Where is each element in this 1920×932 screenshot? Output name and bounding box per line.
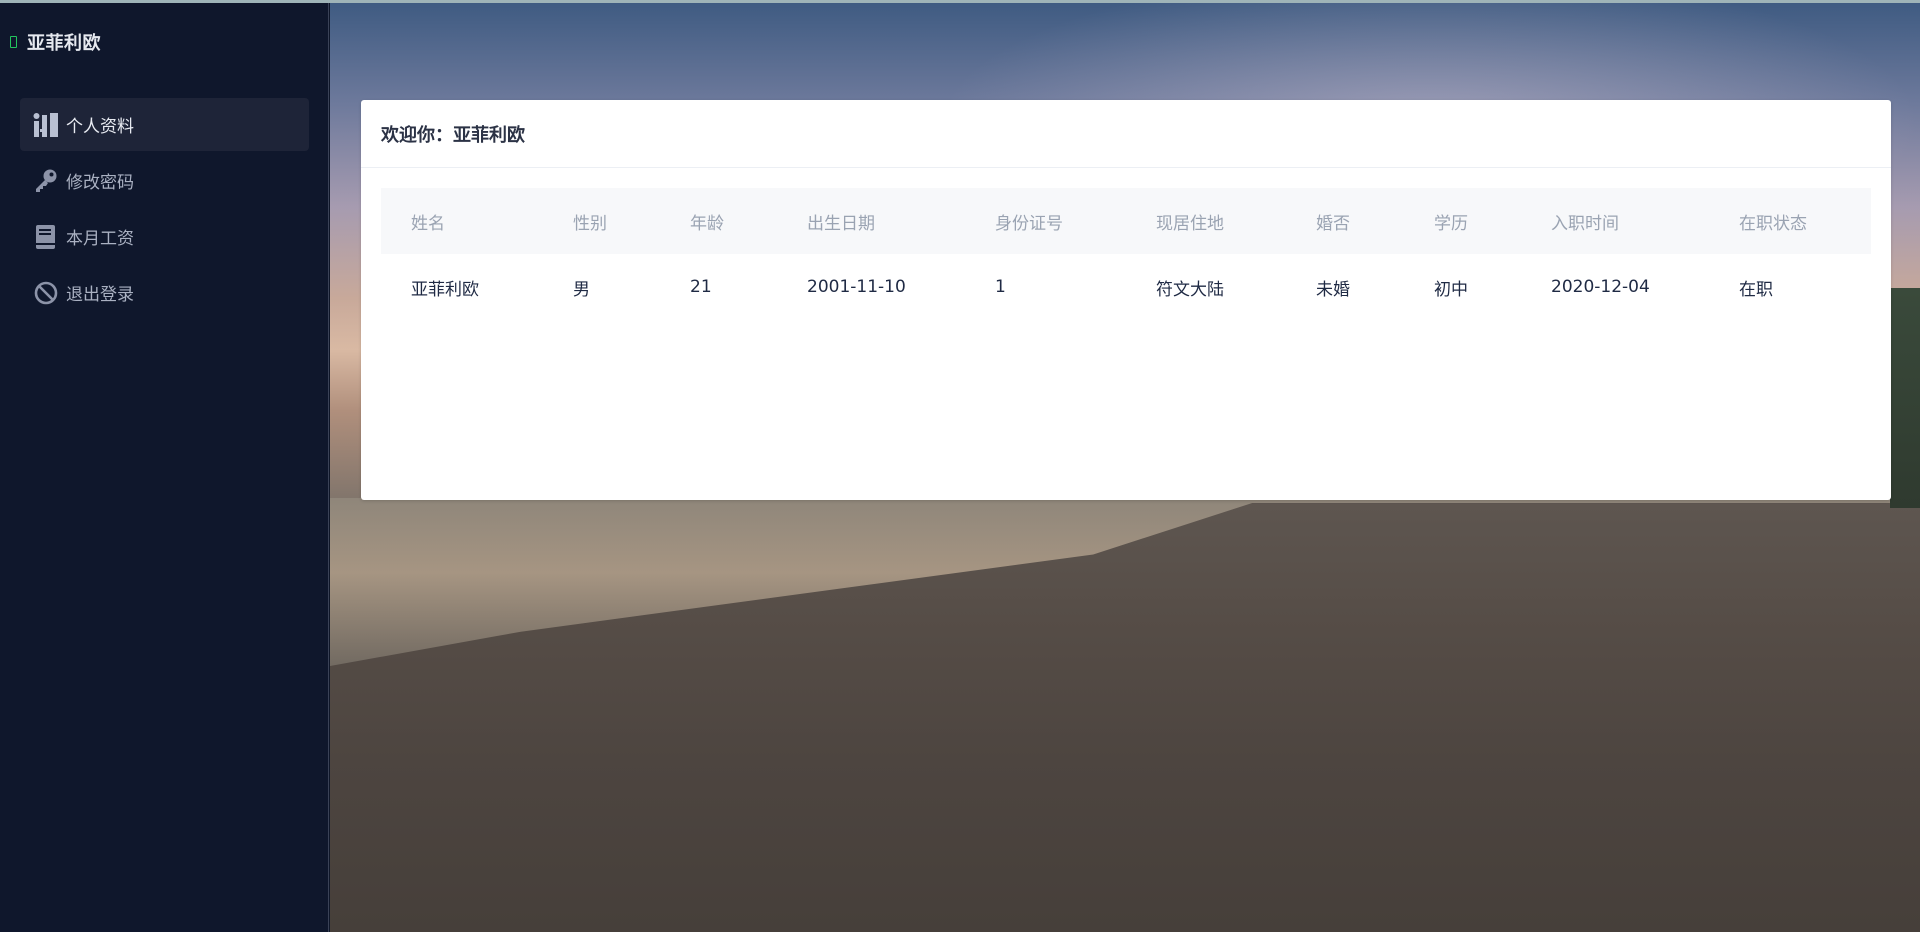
cell-education: 初中 bbox=[1434, 279, 1468, 300]
table-row: 亚菲利欧 男 21 2001-11-10 1 符文大陆 未婚 初中 2020-1… bbox=[381, 254, 1871, 320]
main-content: 欢迎你：亚菲利欧 姓名 性别 年龄 出生日期 身份证号 现居住地 婚否 学历 入… bbox=[330, 3, 1920, 932]
cell-residence: 符文大陆 bbox=[1156, 279, 1224, 300]
brand-logo-icon bbox=[10, 36, 17, 48]
cell-employment-status: 在职 bbox=[1739, 279, 1773, 300]
column-header-gender: 性别 bbox=[573, 213, 607, 234]
brand-name: 亚菲利欧 bbox=[27, 33, 101, 54]
profile-table-wrapper: 姓名 性别 年龄 出生日期 身份证号 现居住地 婚否 学历 入职时间 在职状态 bbox=[361, 168, 1891, 320]
cell-id-number: 1 bbox=[995, 277, 1006, 297]
sidebar-item-label: 个人资料 bbox=[66, 117, 134, 137]
sidebar-item-profile[interactable]: 个人资料 bbox=[20, 98, 309, 151]
column-header-residence: 现居住地 bbox=[1156, 213, 1224, 234]
column-header-id-number: 身份证号 bbox=[995, 213, 1063, 234]
cell-birth-date: 2001-11-10 bbox=[807, 277, 906, 297]
sidebar-menu: 个人资料 修改密码 本月工资 退出登录 bbox=[20, 98, 309, 322]
cell-name: 亚菲利欧 bbox=[411, 279, 479, 300]
column-header-marital-status: 婚否 bbox=[1316, 213, 1350, 234]
table-header-row: 姓名 性别 年龄 出生日期 身份证号 现居住地 婚否 学历 入职时间 在职状态 bbox=[381, 188, 1871, 254]
cell-hire-date: 2020-12-04 bbox=[1551, 277, 1650, 297]
sidebar-item-label: 退出登录 bbox=[66, 285, 134, 305]
column-header-age: 年龄 bbox=[690, 213, 724, 234]
column-header-education: 学历 bbox=[1434, 213, 1468, 234]
cell-age: 21 bbox=[690, 277, 712, 297]
profile-icon bbox=[32, 111, 60, 139]
column-header-birth-date: 出生日期 bbox=[807, 213, 875, 234]
window-top-border bbox=[0, 0, 1920, 3]
column-header-name: 姓名 bbox=[411, 213, 445, 234]
brand: 亚菲利欧 bbox=[10, 29, 101, 55]
sidebar-item-change-password[interactable]: 修改密码 bbox=[20, 154, 309, 207]
background-image-trees bbox=[1890, 288, 1920, 508]
profile-table: 姓名 性别 年龄 出生日期 身份证号 现居住地 婚否 学历 入职时间 在职状态 bbox=[381, 188, 1871, 320]
sidebar-item-label: 本月工资 bbox=[66, 229, 134, 249]
column-header-hire-date: 入职时间 bbox=[1551, 213, 1619, 234]
book-icon bbox=[32, 223, 60, 251]
key-icon bbox=[32, 167, 60, 195]
card-header: 欢迎你：亚菲利欧 bbox=[361, 100, 1891, 168]
cell-marital-status: 未婚 bbox=[1316, 279, 1350, 300]
cell-gender: 男 bbox=[573, 279, 590, 300]
profile-card: 欢迎你：亚菲利欧 姓名 性别 年龄 出生日期 身份证号 现居住地 婚否 学历 入… bbox=[361, 100, 1891, 500]
welcome-title: 欢迎你：亚菲利欧 bbox=[381, 124, 525, 146]
ban-icon bbox=[32, 279, 60, 307]
sidebar-item-monthly-salary[interactable]: 本月工资 bbox=[20, 210, 309, 263]
sidebar-item-logout[interactable]: 退出登录 bbox=[20, 266, 309, 319]
sidebar-item-label: 修改密码 bbox=[66, 173, 134, 193]
sidebar: 亚菲利欧 个人资料 修改密码 本月工资 退出登录 bbox=[0, 3, 329, 932]
column-header-employment-status: 在职状态 bbox=[1739, 213, 1807, 234]
